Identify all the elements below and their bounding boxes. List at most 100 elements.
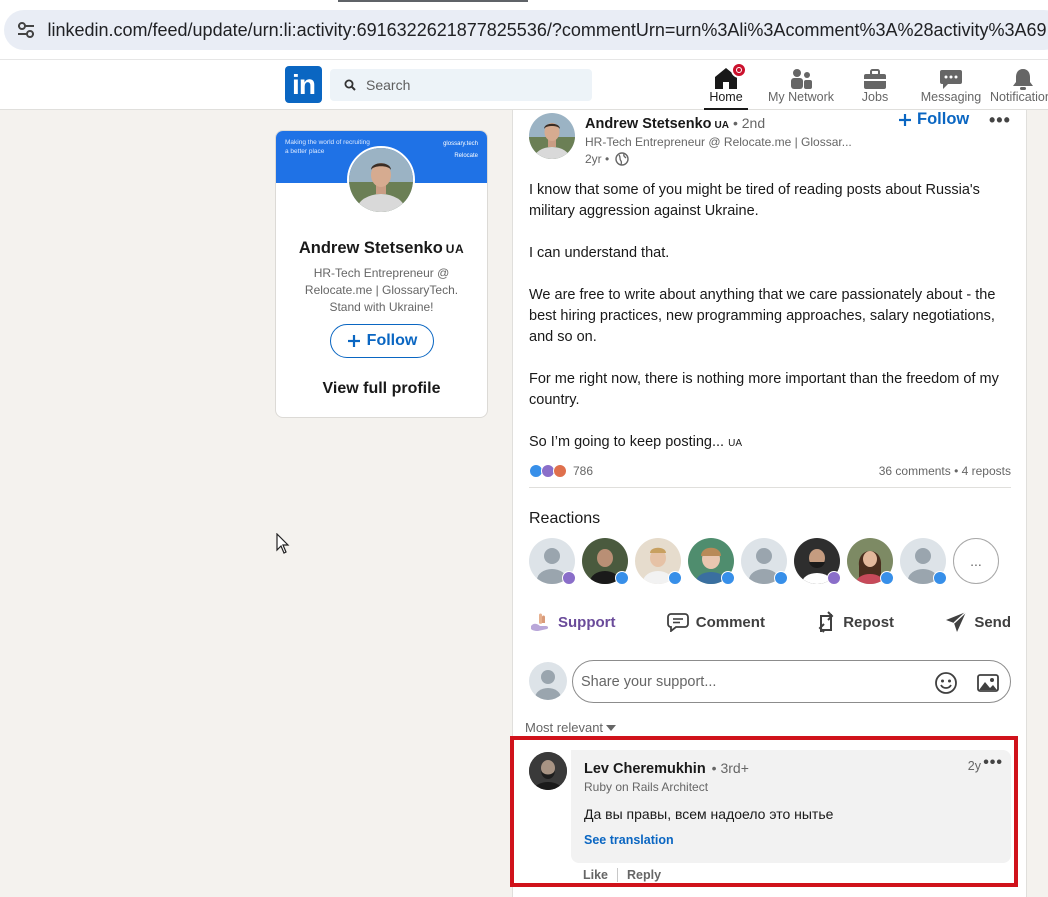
comment-label: Comment xyxy=(695,613,765,631)
linkedin-logo[interactable]: in xyxy=(285,66,322,103)
like-reaction-icon xyxy=(721,571,735,585)
sort-label: Most relevant xyxy=(525,720,604,735)
support-button[interactable]: Support xyxy=(529,608,616,636)
follow-button-label: Follow xyxy=(366,332,418,349)
bell-icon xyxy=(990,64,1048,90)
reactor-avatar[interactable] xyxy=(529,538,576,585)
author-avatar[interactable] xyxy=(529,113,575,159)
like-reaction-icon xyxy=(880,571,894,585)
post-more-icon[interactable]: ••• xyxy=(989,110,1011,131)
comment-placeholder: Share your support... xyxy=(581,673,717,690)
caret-down-icon xyxy=(606,724,617,731)
active-tab-indicator xyxy=(338,0,528,2)
repost-label: Repost xyxy=(843,613,895,631)
url-field[interactable]: linkedin.com/feed/update/urn:li:activity… xyxy=(4,10,1048,50)
linkedin-nav: in Search Home My Network Jobs Messaging… xyxy=(0,60,1048,110)
reactors-list: ... xyxy=(529,538,999,585)
banner-brand-bottom: Relocate xyxy=(454,153,478,159)
engagement-counts[interactable]: 36 comments • 4 reposts xyxy=(879,464,1011,478)
briefcase-icon xyxy=(863,64,887,90)
sort-dropdown[interactable]: Most relevant xyxy=(525,720,617,735)
support-label: Support xyxy=(558,613,616,631)
comment-button[interactable]: Comment xyxy=(666,608,765,636)
browser-address-bar: linkedin.com/feed/update/urn:li:activity… xyxy=(0,0,1048,60)
like-reaction-icon xyxy=(668,571,682,585)
search-icon xyxy=(344,79,356,91)
network-icon xyxy=(789,64,813,90)
logo-text: in xyxy=(292,68,316,100)
url-text[interactable]: linkedin.com/feed/update/urn:li:activity… xyxy=(47,20,1048,41)
reactor-avatar[interactable] xyxy=(582,538,629,585)
post-follow-button[interactable]: Follow xyxy=(898,110,969,129)
nav-home-label: Home xyxy=(709,90,743,104)
post-author-headline: HR-Tech Entrepreneur @ Relocate.me | Glo… xyxy=(585,135,852,149)
post-paragraph-text: So I’m going to keep posting... xyxy=(529,434,725,450)
reactor-avatar[interactable] xyxy=(635,538,682,585)
nav-jobs[interactable]: Jobs xyxy=(856,62,894,108)
plus-icon xyxy=(899,113,911,126)
nav-my-network-label: My Network xyxy=(768,90,834,104)
support-reaction-icon xyxy=(827,571,841,585)
post-follow-label: Follow xyxy=(917,110,970,128)
reactor-avatar[interactable] xyxy=(847,538,894,585)
reaction-summary[interactable]: 786 xyxy=(529,464,593,478)
repost-button[interactable]: Repost xyxy=(816,608,894,636)
nav-jobs-label: Jobs xyxy=(861,90,889,104)
reactor-avatar[interactable] xyxy=(794,538,841,585)
post-paragraph: I know that some of you might be tired o… xyxy=(529,182,980,219)
reactor-avatar[interactable] xyxy=(688,538,735,585)
post-paragraph: I can understand that. xyxy=(529,245,670,261)
profile-card: Making the world of recruiting a better … xyxy=(275,130,488,418)
love-reaction-icon xyxy=(553,464,567,478)
repost-icon xyxy=(818,611,834,633)
emoji-icon[interactable] xyxy=(934,671,958,695)
banner-brand-top: glossary.tech xyxy=(443,141,478,147)
nav-messaging-label: Messaging xyxy=(920,90,982,104)
reactor-avatar[interactable] xyxy=(900,538,947,585)
reactor-avatar[interactable] xyxy=(741,538,788,585)
like-reaction-icon xyxy=(933,571,947,585)
support-icon xyxy=(531,613,549,631)
post-author-name[interactable]: Andrew Stetsenko UA • 2nd xyxy=(585,115,765,132)
post-time: 2yr • xyxy=(585,152,610,166)
post-paragraph: For me right now, there is nothing more … xyxy=(529,371,999,408)
image-icon[interactable] xyxy=(976,671,1000,695)
profile-flag: UA xyxy=(445,242,465,256)
search-input[interactable]: Search xyxy=(330,69,592,101)
post-actions: Support Comment Repost Send xyxy=(529,608,1011,636)
current-user-avatar[interactable] xyxy=(529,662,567,700)
post-meta: 2yr • xyxy=(585,152,629,166)
composer-icons xyxy=(934,671,1000,695)
more-reactors-button[interactable]: ... xyxy=(953,538,999,584)
comment-composer: Share your support... xyxy=(529,660,1011,704)
like-reaction-icon xyxy=(774,571,788,585)
support-reaction-icon xyxy=(562,571,576,585)
reactions-title: Reactions xyxy=(529,510,601,527)
search-placeholder: Search xyxy=(366,77,411,93)
post-paragraph: We are free to write about anything that… xyxy=(529,287,996,345)
highlight-box xyxy=(510,736,1018,887)
comment-input[interactable]: Share your support... xyxy=(572,660,1011,703)
profile-name-text: Andrew Stetsenko xyxy=(298,239,443,257)
send-label: Send xyxy=(974,613,1011,631)
profile-headline: HR-Tech Entrepreneur @ Relocate.me | Glo… xyxy=(304,266,459,314)
post-paragraph-last: So I’m going to keep posting... UA xyxy=(529,432,999,454)
profile-avatar[interactable] xyxy=(347,146,415,214)
nav-my-network[interactable]: My Network xyxy=(764,62,838,108)
view-full-profile-link[interactable]: View full profile xyxy=(276,380,487,398)
notification-badge xyxy=(731,62,747,78)
reaction-count: 786 xyxy=(573,464,594,478)
nav-notifications[interactable]: Notifications xyxy=(990,62,1048,108)
follow-button[interactable]: Follow xyxy=(330,324,434,358)
mouse-cursor-icon xyxy=(276,533,290,554)
home-icon xyxy=(713,62,747,90)
send-button[interactable]: Send xyxy=(945,608,1011,636)
nav-home[interactable]: Home xyxy=(704,62,748,110)
site-settings-icon[interactable] xyxy=(4,21,47,39)
divider xyxy=(529,487,1011,488)
post-stats: 786 36 comments • 4 reposts xyxy=(529,461,1011,481)
nav-messaging[interactable]: Messaging xyxy=(919,62,983,108)
post-body: I know that some of you might be tired o… xyxy=(529,180,999,454)
profile-name[interactable]: Andrew Stetsenko UA xyxy=(276,239,487,258)
send-icon xyxy=(946,611,967,632)
